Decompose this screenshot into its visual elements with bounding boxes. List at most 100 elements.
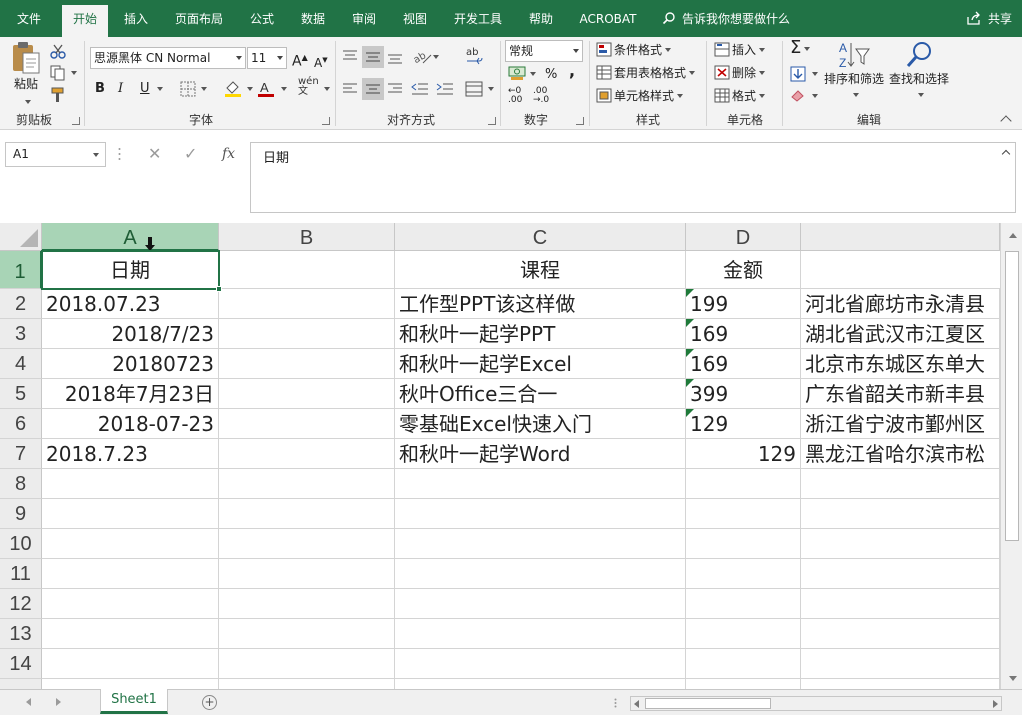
cell-b7[interactable] — [219, 439, 395, 469]
merge-dropdown-icon[interactable] — [488, 87, 494, 91]
empty-cell[interactable] — [801, 499, 1000, 529]
empty-cell[interactable] — [686, 649, 801, 679]
conditional-format-button[interactable]: 条件格式 — [596, 41, 672, 59]
cell-b5[interactable] — [219, 379, 395, 409]
name-box[interactable]: A1 — [5, 142, 106, 167]
increase-decimal-button[interactable]: ←0.00 — [508, 87, 522, 105]
fill-color-dropdown-icon[interactable] — [247, 87, 253, 91]
cell-c6[interactable]: 零基础Excel快速入门 — [395, 409, 686, 439]
tab-developer[interactable]: 开发工具 — [446, 5, 510, 37]
accounting-dropdown-icon[interactable] — [530, 72, 536, 76]
scroll-up-icon[interactable] — [1009, 233, 1017, 238]
merge-center-icon[interactable] — [465, 80, 483, 98]
empty-cell[interactable] — [395, 649, 686, 679]
cell-a1[interactable]: 日期 — [42, 251, 219, 289]
cell-d4[interactable]: 169 — [686, 349, 801, 379]
tab-page-layout[interactable]: 页面布局 — [166, 5, 232, 37]
decrease-font-button[interactable]: A▼ — [314, 51, 328, 72]
format-as-table-button[interactable]: 套用表格格式 — [596, 64, 696, 82]
insert-function-icon[interactable]: fx — [222, 146, 235, 162]
row-header[interactable] — [0, 679, 42, 689]
cell-b3[interactable] — [219, 319, 395, 349]
copy-dropdown-icon[interactable] — [71, 71, 77, 75]
cell-e5[interactable]: 广东省韶关市新丰县 — [801, 379, 1000, 409]
cell-a7[interactable]: 2018.7.23 — [42, 439, 219, 469]
underline-dropdown-icon[interactable] — [157, 87, 163, 91]
number-format-select[interactable]: 常规 — [505, 40, 583, 62]
phonetic-dropdown-icon[interactable] — [324, 87, 330, 91]
empty-cell[interactable] — [42, 469, 219, 499]
vertical-scroll-thumb[interactable] — [1005, 251, 1019, 541]
cell-c2[interactable]: 工作型PPT该这样做 — [395, 289, 686, 319]
scroll-right-icon[interactable] — [993, 700, 998, 708]
empty-cell[interactable] — [42, 529, 219, 559]
cell-d5[interactable]: 399 — [686, 379, 801, 409]
align-top-icon[interactable] — [342, 49, 358, 65]
empty-cell[interactable] — [801, 649, 1000, 679]
decrease-indent-icon[interactable] — [411, 82, 429, 96]
wrap-text-icon[interactable]: ab — [465, 45, 483, 67]
cell-d6[interactable]: 129 — [686, 409, 801, 439]
cell-b4[interactable] — [219, 349, 395, 379]
clear-dropdown-icon[interactable] — [812, 94, 818, 98]
vertical-dots-icon[interactable] — [614, 698, 617, 708]
increase-font-button[interactable]: A▲ — [292, 49, 308, 71]
empty-cell[interactable] — [42, 649, 219, 679]
find-select-button[interactable]: 查找和选择 — [886, 39, 952, 103]
empty-cell[interactable] — [395, 619, 686, 649]
cell-e6[interactable]: 浙江省宁波市鄞州区 — [801, 409, 1000, 439]
empty-cell[interactable] — [801, 529, 1000, 559]
empty-cell[interactable] — [686, 559, 801, 589]
row-header[interactable]: 9 — [0, 499, 42, 529]
tab-acrobat[interactable]: ACROBAT — [572, 5, 644, 37]
cell-a6[interactable]: 2018-07-23 — [42, 409, 219, 439]
row-header[interactable]: 5 — [0, 379, 42, 409]
align-bottom-icon[interactable] — [387, 49, 403, 65]
insert-cells-button[interactable]: 插入 — [714, 41, 766, 59]
empty-cell[interactable] — [42, 619, 219, 649]
empty-cell[interactable] — [686, 679, 801, 689]
increase-indent-icon[interactable] — [436, 82, 454, 96]
horizontal-scrollbar[interactable] — [630, 696, 1002, 711]
tab-insert[interactable]: 插入 — [114, 5, 158, 37]
empty-cell[interactable] — [219, 499, 395, 529]
row-header[interactable]: 3 — [0, 319, 42, 349]
empty-cell[interactable] — [395, 589, 686, 619]
collapse-ribbon-icon[interactable] — [1000, 115, 1012, 127]
font-color-icon[interactable]: A — [257, 79, 275, 97]
confirm-entry-icon[interactable]: ✓ — [184, 144, 197, 163]
align-right-icon[interactable] — [387, 82, 403, 96]
empty-cell[interactable] — [801, 619, 1000, 649]
empty-cell[interactable] — [219, 649, 395, 679]
cell-b2[interactable] — [219, 289, 395, 319]
empty-cell[interactable] — [42, 589, 219, 619]
tab-help[interactable]: 帮助 — [520, 5, 562, 37]
empty-cell[interactable] — [219, 529, 395, 559]
empty-cell[interactable] — [395, 559, 686, 589]
empty-cell[interactable] — [219, 679, 395, 689]
empty-cell[interactable] — [801, 589, 1000, 619]
underline-button[interactable]: U — [140, 80, 150, 98]
font-name-select[interactable]: 思源黑体 CN Normal — [90, 47, 246, 69]
vertical-scrollbar[interactable] — [1000, 223, 1022, 689]
cell-d7[interactable]: 129 — [686, 439, 801, 469]
horizontal-scroll-thumb[interactable] — [645, 698, 771, 709]
alignment-launcher-icon[interactable] — [488, 117, 496, 125]
column-header-b[interactable]: B — [219, 223, 395, 251]
scroll-down-icon[interactable] — [1009, 676, 1017, 681]
cut-icon[interactable] — [50, 43, 66, 59]
cell-d3[interactable]: 169 — [686, 319, 801, 349]
cell-e4[interactable]: 北京市东城区东单大 — [801, 349, 1000, 379]
cell-e1[interactable]: 收 — [801, 251, 1000, 289]
tab-review[interactable]: 审阅 — [343, 5, 385, 37]
align-center-button[interactable] — [362, 78, 384, 100]
cell-e2[interactable]: 河北省廊坊市永清县 — [801, 289, 1000, 319]
format-cells-button[interactable]: 格式 — [714, 87, 766, 105]
tab-view[interactable]: 视图 — [394, 5, 436, 37]
cell-a4[interactable]: 20180723 — [42, 349, 219, 379]
accounting-format-icon[interactable] — [508, 65, 526, 81]
cell-e3[interactable]: 湖北省武汉市江夏区 — [801, 319, 1000, 349]
empty-cell[interactable] — [686, 589, 801, 619]
decrease-decimal-button[interactable]: .00 →.0 — [533, 87, 549, 105]
empty-cell[interactable] — [801, 559, 1000, 589]
